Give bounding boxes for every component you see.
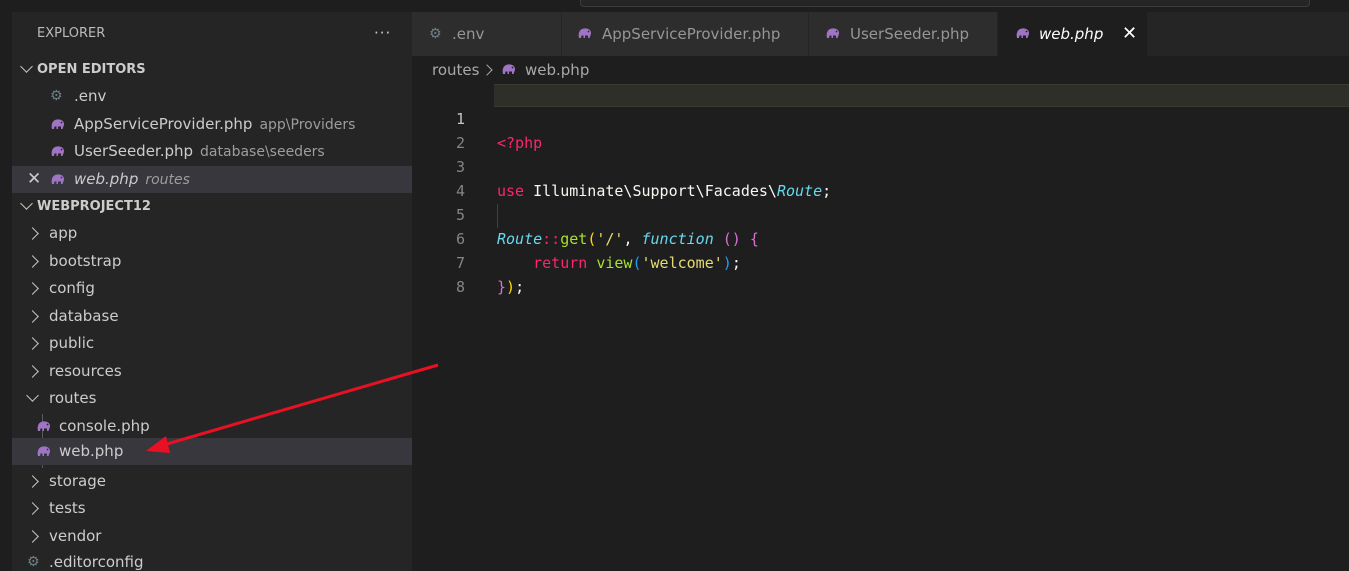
folder-label: resources: [49, 362, 122, 380]
open-editor-item-appserviceprovider[interactable]: AppServiceProvider.php app\Providers: [12, 111, 412, 138]
folder-label: public: [49, 334, 95, 352]
chevron-right-icon: [481, 64, 493, 76]
chevron-right-icon: [26, 337, 39, 350]
chevron-down-icon: [20, 60, 33, 73]
file-label: console.php: [59, 417, 150, 435]
close-icon[interactable]: ✕: [27, 166, 41, 193]
open-editor-item-web[interactable]: ✕ web.php routes: [12, 166, 412, 193]
chevron-right-icon: [26, 502, 39, 515]
folder-bootstrap[interactable]: bootstrap: [12, 248, 412, 275]
open-editor-label: UserSeeder.php: [74, 142, 194, 160]
file-editorconfig[interactable]: ⚙ .editorconfig: [12, 549, 412, 571]
code-line: 4: [412, 155, 1349, 200]
code-editor[interactable]: 1 <?php 2 3 use Illuminate\Support\Facad…: [412, 84, 1349, 571]
folder-label: app: [49, 224, 78, 242]
tab-label: UserSeeder.php: [850, 25, 970, 43]
more-actions-button[interactable]: ···: [374, 24, 391, 42]
file-console-php[interactable]: console.php: [12, 413, 412, 440]
folder-label: database: [49, 307, 119, 325]
line-number: 8: [455, 278, 465, 296]
editor-tab-bar: ⚙ .env AppServiceProvider.php UserSeeder…: [412, 12, 1349, 56]
project-label: WEBPROJECT12: [37, 199, 151, 214]
breadcrumb-file[interactable]: web.php: [525, 56, 589, 84]
open-editor-label: web.php: [74, 170, 139, 188]
tab-label: AppServiceProvider.php: [602, 25, 781, 43]
chevron-right-icon: [26, 530, 39, 543]
code-line: 7 });: [412, 227, 1349, 296]
php-elephant-icon: [37, 446, 50, 456]
open-editor-label: AppServiceProvider.php: [74, 115, 253, 133]
chevron-right-icon: [26, 365, 39, 378]
folder-label: routes: [49, 389, 97, 407]
file-web-php[interactable]: web.php: [12, 438, 412, 465]
semicolon: ;: [515, 278, 525, 296]
tab-appserviceprovider[interactable]: AppServiceProvider.php: [562, 12, 809, 56]
code-line: 5 Route::get('/', function () {: [412, 179, 1349, 248]
code-line: 1 <?php: [412, 83, 1349, 152]
chevron-right-icon: [26, 282, 39, 295]
code-line: 3 use Illuminate\Support\Facades\Route;: [412, 131, 1349, 200]
command-center[interactable]: [580, 0, 1310, 7]
tab-userseeder[interactable]: UserSeeder.php: [809, 12, 998, 56]
breadcrumb: routes web.php: [412, 56, 1349, 84]
chevron-right-icon: [26, 475, 39, 488]
open-editors-section[interactable]: OPEN EDITORS: [12, 56, 412, 83]
activity-bar-edge: [0, 0, 12, 571]
gear-icon: ⚙: [50, 88, 63, 104]
php-elephant-icon: [578, 28, 591, 38]
folder-database[interactable]: database: [12, 303, 412, 330]
folder-label: vendor: [49, 527, 102, 545]
chevron-right-icon: [26, 255, 39, 268]
code-line: 2: [412, 107, 1349, 152]
php-elephant-icon: [37, 421, 50, 431]
code-line: 6 return view('welcome');: [412, 203, 1349, 272]
php-elephant-icon: [826, 28, 839, 38]
php-elephant-icon: [1016, 28, 1029, 38]
open-editor-path: routes: [145, 172, 190, 188]
explorer-header: EXPLORER ···: [12, 12, 412, 56]
php-elephant-icon: [51, 174, 64, 184]
folder-tests[interactable]: tests: [12, 495, 412, 522]
folder-app[interactable]: app: [12, 220, 412, 247]
gear-icon: ⚙: [27, 554, 40, 570]
folder-vendor[interactable]: vendor: [12, 523, 412, 550]
file-label: .editorconfig: [49, 553, 144, 571]
chevron-right-icon: [26, 310, 39, 323]
tab-label: web.php: [1039, 25, 1104, 43]
tab-label: .env: [452, 25, 485, 43]
open-editor-label: .env: [74, 87, 107, 105]
open-editor-item-env[interactable]: ⚙ .env: [12, 83, 412, 110]
php-elephant-icon: [51, 146, 64, 156]
chevron-down-icon: [20, 197, 33, 210]
folder-routes[interactable]: routes: [12, 385, 412, 412]
open-editors-label: OPEN EDITORS: [37, 62, 146, 77]
chevron-right-icon: [26, 227, 39, 240]
open-editor-path: database\seeders: [200, 144, 325, 160]
folder-storage[interactable]: storage: [12, 468, 412, 495]
project-section[interactable]: WEBPROJECT12: [12, 193, 412, 220]
close-icon[interactable]: ✕: [1122, 12, 1137, 56]
open-editor-item-userseeder[interactable]: UserSeeder.php database\seeders: [12, 138, 412, 165]
explorer-title: EXPLORER: [37, 26, 106, 41]
folder-label: bootstrap: [49, 252, 122, 270]
chevron-down-icon: [26, 389, 39, 402]
breadcrumb-folder[interactable]: routes: [432, 56, 479, 84]
folder-config[interactable]: config: [12, 275, 412, 302]
tab-web[interactable]: web.php ✕: [998, 12, 1148, 56]
folder-resources[interactable]: resources: [12, 358, 412, 385]
folder-label: storage: [49, 472, 106, 490]
folder-label: config: [49, 279, 95, 297]
paren: ): [506, 278, 516, 296]
tab-env[interactable]: ⚙ .env: [412, 12, 562, 56]
code-line: 8: [412, 251, 1349, 296]
folder-public[interactable]: public: [12, 330, 412, 357]
gear-icon: ⚙: [429, 26, 442, 42]
explorer-sidebar: EXPLORER ··· OPEN EDITORS ⚙ .env AppServ…: [12, 12, 412, 571]
brace: }: [497, 278, 507, 296]
php-elephant-icon: [502, 64, 515, 74]
php-elephant-icon: [51, 119, 64, 129]
file-label: web.php: [59, 442, 124, 460]
open-editor-path: app\Providers: [259, 117, 356, 133]
folder-label: tests: [49, 499, 86, 517]
